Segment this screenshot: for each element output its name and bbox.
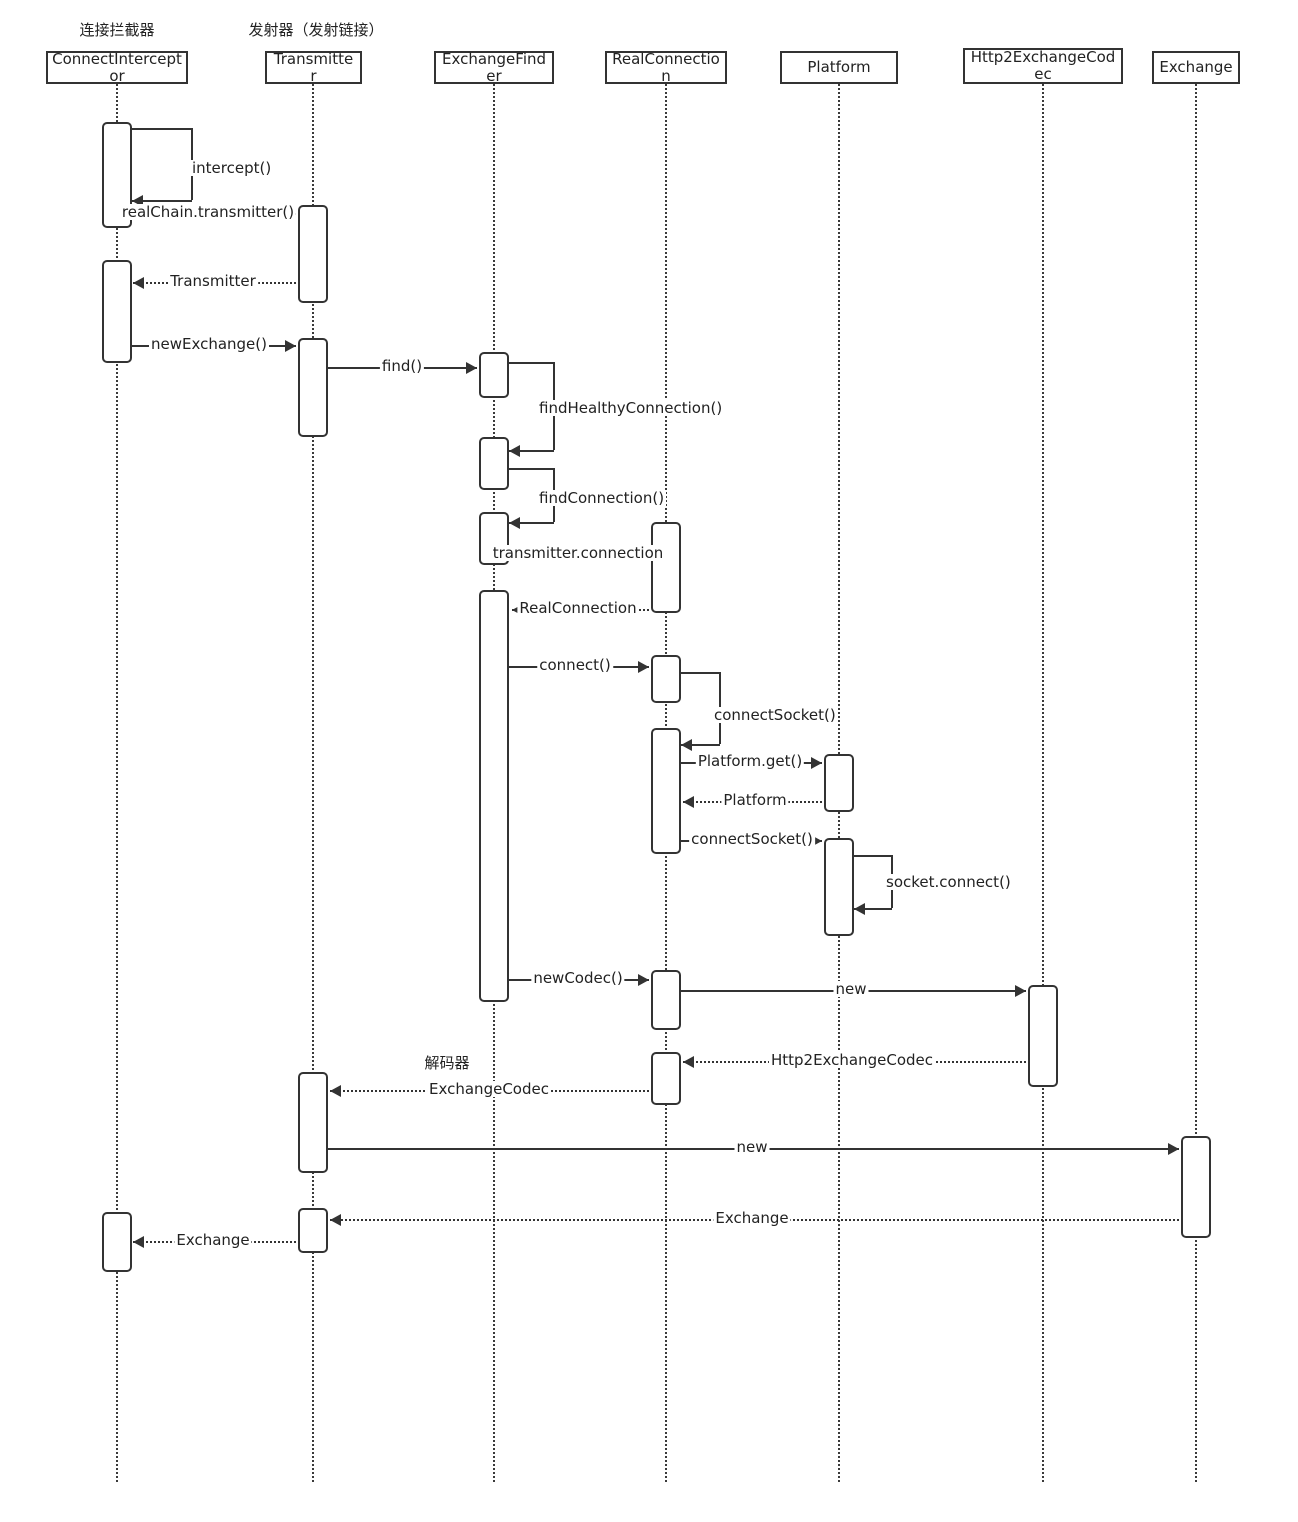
message-label-m1: intercept() (190, 159, 274, 177)
activation-realconnection (651, 728, 681, 854)
participant-transmitter[interactable]: Transmitter (265, 50, 362, 84)
annotation-label: 解码器 (424, 1054, 470, 1072)
activation-transmitter (298, 1208, 328, 1253)
activation-exchange (1181, 1136, 1211, 1238)
self-msg-arrowhead-m15 (854, 903, 865, 915)
self-msg-arrowhead-m11 (681, 739, 692, 751)
activation-http2exchangecodec (1028, 985, 1058, 1087)
participant-http2exchangecodec[interactable]: Http2ExchangeCodec (963, 48, 1123, 84)
activation-connectinterceptor (102, 1212, 132, 1272)
message-label-m11: connectSocket() (712, 706, 838, 724)
participant-exchangefinder[interactable]: ExchangeFinder (434, 50, 554, 84)
message-label-m6: findHealthyConnection() (537, 399, 725, 417)
message-arrowhead-m3 (133, 277, 144, 289)
lifeline-exchange (1195, 84, 1197, 1482)
message-arrowhead-m22 (133, 1236, 144, 1248)
message-label-m10: connect() (537, 656, 613, 674)
participant-connectinterceptor[interactable]: ConnectInterceptor (46, 50, 188, 84)
message-arrowhead-m4 (285, 340, 296, 352)
self-msg-top-m11 (681, 672, 720, 674)
message-label-m8: transmitter.connection (490, 544, 666, 562)
self-msg-arrowhead-m6 (509, 445, 520, 457)
participant-exchange[interactable]: Exchange (1152, 51, 1240, 84)
message-label-m7: findConnection() (537, 489, 667, 507)
sequence-diagram-canvas: ConnectInterceptor Transmitter ExchangeFin… (0, 0, 1298, 1522)
activation-transmitter (298, 1072, 328, 1173)
lifeline-http2exchangecodec (1042, 84, 1044, 1482)
message-arrowhead-m16 (638, 974, 649, 986)
message-arrowhead-m10 (638, 661, 649, 673)
message-label-m14: connectSocket() (689, 830, 815, 848)
activation-connectinterceptor (102, 260, 132, 363)
message-label-m22: Exchange (174, 1231, 252, 1249)
message-label-m15: socket.connect() (884, 873, 1013, 891)
self-msg-top-m15 (854, 855, 892, 857)
message-arrowhead-m5 (466, 362, 477, 374)
message-arrowhead-m20 (1168, 1143, 1179, 1155)
message-label-m9: RealConnection (517, 599, 639, 617)
activation-realconnection (651, 655, 681, 703)
self-msg-top-m1 (132, 128, 192, 130)
message-label-m12: Platform.get() (695, 752, 805, 770)
message-arrowhead-m12 (811, 757, 822, 769)
message-label-m4: newExchange() (148, 335, 270, 353)
activation-realconnection (651, 970, 681, 1030)
self-msg-top-m6 (509, 362, 554, 364)
self-msg-arrowhead-m7 (509, 517, 520, 529)
message-label-m2: realChain.transmitter() (119, 203, 297, 221)
message-arrowhead-m13 (683, 796, 694, 808)
message-arrowhead-m18 (683, 1056, 694, 1068)
self-msg-top-m7 (509, 468, 554, 470)
message-label-m20: new (734, 1138, 770, 1156)
activation-exchangefinder (479, 437, 509, 490)
message-arrowhead-m17 (1015, 985, 1026, 997)
activation-platform (824, 754, 854, 812)
activation-exchangefinder (479, 352, 509, 398)
message-label-m21: Exchange (713, 1209, 791, 1227)
message-label-m13: Platform (721, 791, 789, 809)
activation-transmitter (298, 338, 328, 437)
message-label-m18: Http2ExchangeCodec (768, 1051, 936, 1069)
message-label-m17: new (833, 980, 869, 998)
message-arrowhead-m21 (330, 1214, 341, 1226)
activation-realconnection (651, 522, 681, 613)
participant-platform[interactable]: Platform (780, 51, 898, 84)
message-label-m16: newCodec() (531, 969, 625, 987)
annotation-label: 发射器（发射链接） (248, 21, 384, 39)
activation-transmitter (298, 205, 328, 303)
activation-platform (824, 838, 854, 936)
participant-realconnection[interactable]: RealConnection (605, 50, 727, 84)
message-label-m5: find() (379, 357, 425, 375)
message-arrowhead-m19 (330, 1085, 341, 1097)
activation-exchangefinder (479, 590, 509, 1002)
message-label-m3: Transmitter (168, 272, 258, 290)
message-label-m19: ExchangeCodec (427, 1080, 551, 1098)
activation-realconnection (651, 1052, 681, 1105)
